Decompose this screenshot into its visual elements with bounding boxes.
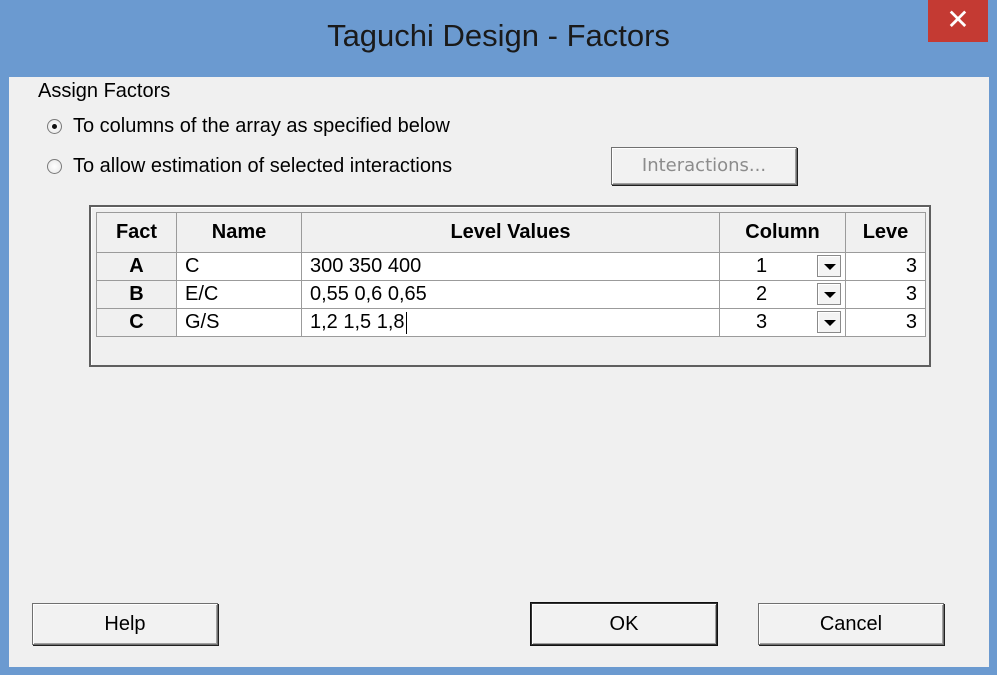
- column-select[interactable]: 2: [719, 280, 846, 309]
- chevron-down-icon[interactable]: [817, 283, 841, 305]
- header-name: Name: [176, 212, 302, 253]
- dialog-client-area: Assign Factors To columns of the array a…: [9, 77, 989, 667]
- header-fact: Fact: [96, 212, 177, 253]
- level-values-cell-active[interactable]: 1,2 1,5 1,8: [301, 308, 720, 337]
- factor-name-cell[interactable]: G/S: [176, 308, 302, 337]
- assign-factors-label: Assign Factors: [38, 80, 171, 102]
- column-value: 1: [756, 255, 768, 277]
- factor-name-cell[interactable]: E/C: [176, 280, 302, 309]
- factors-table: Fact Name Level Values Column Leve A C 3…: [96, 212, 926, 337]
- level-values-text: 1,2 1,5 1,8: [310, 311, 405, 333]
- level-values-cell[interactable]: 300 350 400: [301, 252, 720, 281]
- table-row: B E/C 0,55 0,6 0,65 2 3: [96, 280, 926, 309]
- close-button[interactable]: ✕: [928, 0, 988, 42]
- level-values-cell[interactable]: 0,55 0,6 0,65: [301, 280, 720, 309]
- column-select[interactable]: 1: [719, 252, 846, 281]
- cancel-button[interactable]: Cancel: [758, 603, 944, 645]
- table-row: C G/S 1,2 1,5 1,8 3 3: [96, 308, 926, 337]
- help-button[interactable]: Help: [32, 603, 218, 645]
- factor-id: A: [96, 252, 177, 281]
- close-icon: ✕: [946, 4, 970, 35]
- header-column: Column: [719, 212, 846, 253]
- levels-cell: 3: [845, 252, 926, 281]
- column-select[interactable]: 3: [719, 308, 846, 337]
- radio-columns-specified-label[interactable]: To columns of the array as specified bel…: [73, 115, 450, 138]
- factor-id: C: [96, 308, 177, 337]
- factors-grid: Fact Name Level Values Column Leve A C 3…: [89, 205, 931, 367]
- taguchi-factors-dialog: Taguchi Design - Factors ✕ Assign Factor…: [0, 0, 997, 675]
- factor-name-cell[interactable]: C: [176, 252, 302, 281]
- header-levels: Leve: [845, 212, 926, 253]
- title-bar[interactable]: Taguchi Design - Factors ✕: [0, 0, 997, 78]
- window-title: Taguchi Design - Factors: [327, 18, 670, 53]
- chevron-down-icon[interactable]: [817, 255, 841, 277]
- ok-button[interactable]: OK: [531, 603, 717, 645]
- header-level-values: Level Values: [301, 212, 720, 253]
- radio-selected-interactions[interactable]: [47, 159, 62, 174]
- text-caret: [405, 311, 407, 334]
- radio-selected-interactions-label[interactable]: To allow estimation of selected interact…: [73, 155, 452, 178]
- table-header-row: Fact Name Level Values Column Leve: [96, 212, 926, 253]
- column-value: 2: [756, 283, 768, 305]
- radio-columns-specified[interactable]: [47, 119, 62, 134]
- table-row: A C 300 350 400 1 3: [96, 252, 926, 281]
- levels-cell: 3: [845, 308, 926, 337]
- levels-cell: 3: [845, 280, 926, 309]
- radio-selected-dot: [52, 124, 57, 129]
- column-value: 3: [756, 311, 768, 333]
- chevron-down-icon[interactable]: [817, 311, 841, 333]
- interactions-button[interactable]: Interactions...: [611, 147, 797, 185]
- factor-id: B: [96, 280, 177, 309]
